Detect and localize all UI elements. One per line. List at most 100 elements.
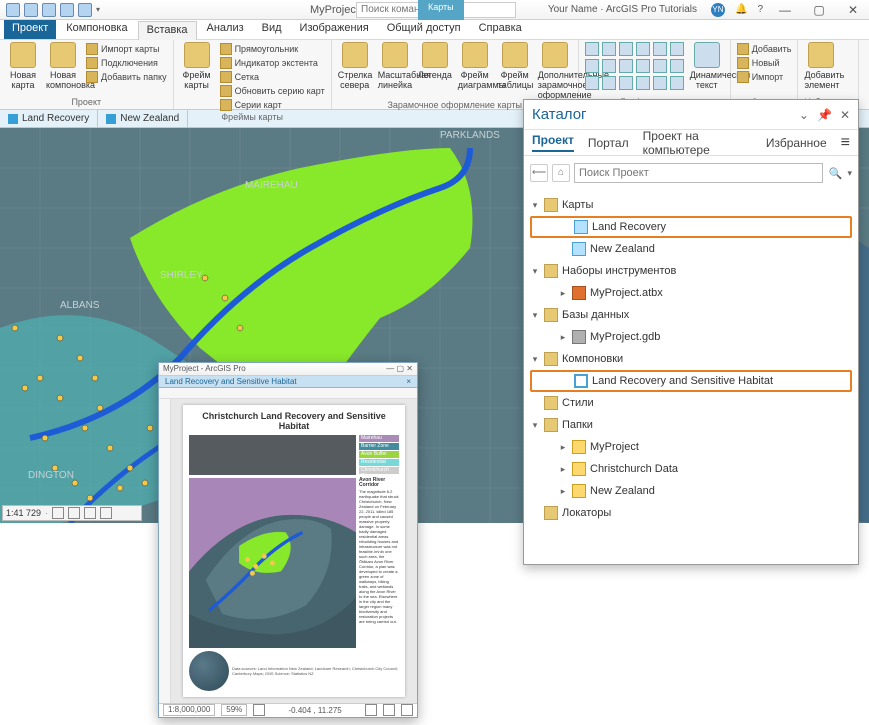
mini-document-tab[interactable]: Land Recovery and Sensitive Habitat × bbox=[159, 376, 417, 389]
notifications-icon[interactable]: 🔔 bbox=[735, 4, 747, 15]
mini-status-zoom[interactable]: 59% bbox=[221, 704, 247, 716]
catalog-home-button[interactable]: ⌂ bbox=[552, 164, 570, 182]
mini-page-area[interactable]: Christchurch Land Recovery and Sensitive… bbox=[171, 399, 417, 703]
ribbon-button[interactable]: Новая карта bbox=[6, 42, 40, 90]
menu-tab-вставка[interactable]: Вставка bbox=[138, 21, 197, 40]
qat-open-icon[interactable] bbox=[24, 3, 38, 17]
mini-minimize-button[interactable]: — bbox=[386, 364, 394, 373]
ribbon-small-button[interactable]: Прямоугольник bbox=[220, 42, 325, 56]
ribbon-button[interactable]: Стрелка севера bbox=[338, 42, 372, 90]
catalog-tab[interactable]: Избранное bbox=[766, 136, 827, 150]
catalog-tab[interactable]: Проект на компьютере bbox=[643, 129, 752, 157]
catalog-dropdown-icon[interactable]: ⌄ bbox=[799, 108, 809, 122]
nav-tool-icon[interactable] bbox=[52, 507, 64, 519]
menu-tab-справка[interactable]: Справка bbox=[471, 20, 530, 39]
ribbon-small-button[interactable]: Импорт bbox=[737, 70, 792, 84]
nav-tool-icon[interactable] bbox=[100, 507, 112, 519]
close-button[interactable]: ✕ bbox=[841, 3, 865, 17]
graphic-tool-icon[interactable] bbox=[602, 59, 616, 73]
nav-tool-icon[interactable] bbox=[68, 507, 80, 519]
maximize-button[interactable]: ▢ bbox=[807, 3, 831, 17]
graphic-tool-icon[interactable] bbox=[636, 76, 650, 90]
catalog-tab[interactable]: Проект bbox=[532, 133, 574, 152]
document-tab[interactable]: Land Recovery bbox=[0, 110, 98, 127]
catalog-back-button[interactable]: ⟵ bbox=[530, 164, 548, 182]
graphic-tool-icon[interactable] bbox=[670, 59, 684, 73]
ribbon-button[interactable]: Легенда bbox=[418, 42, 452, 80]
menu-tab-анализ[interactable]: Анализ bbox=[199, 20, 252, 39]
graphic-tool-icon[interactable] bbox=[636, 59, 650, 73]
graphic-tool-icon[interactable] bbox=[636, 42, 650, 56]
menu-tab-проект[interactable]: Проект bbox=[4, 20, 56, 39]
tree-node[interactable]: ▾Папки bbox=[530, 414, 852, 436]
graphic-tool-icon[interactable] bbox=[619, 59, 633, 73]
graphic-tool-icon[interactable] bbox=[670, 76, 684, 90]
qat-save-icon[interactable] bbox=[42, 3, 56, 17]
graphic-tool-icon[interactable] bbox=[653, 59, 667, 73]
ribbon-small-button[interactable]: Подключения bbox=[86, 56, 167, 70]
qat-dropdown-icon[interactable]: ▾ bbox=[96, 5, 100, 14]
tree-child-node[interactable]: Land Recovery and Sensitive Habitat bbox=[530, 370, 852, 392]
ribbon-small-button[interactable]: Серии карт bbox=[220, 98, 325, 112]
tree-node[interactable]: ▾Карты bbox=[530, 194, 852, 216]
dynamic-text-button[interactable]: Динамический текст bbox=[690, 42, 724, 90]
tree-child-node[interactable]: Land Recovery bbox=[530, 216, 852, 238]
search-icon[interactable]: 🔍 bbox=[827, 167, 843, 180]
graphic-tool-icon[interactable] bbox=[653, 76, 667, 90]
scale-bar[interactable]: 1:41 729 · bbox=[2, 505, 142, 521]
qat-undo-icon[interactable] bbox=[60, 3, 74, 17]
qat-redo-icon[interactable] bbox=[78, 3, 92, 17]
graphic-tool-icon[interactable] bbox=[619, 42, 633, 56]
tree-child-node[interactable]: ▸Christchurch Data bbox=[530, 458, 852, 480]
graphic-tool-icon[interactable] bbox=[602, 76, 616, 90]
graphic-tool-icon[interactable] bbox=[585, 76, 599, 90]
document-tab[interactable]: New Zealand bbox=[98, 110, 188, 127]
catalog-pin-icon[interactable]: 📌 bbox=[817, 108, 832, 122]
ribbon-small-button[interactable]: Импорт карты bbox=[86, 42, 167, 56]
tree-child-node[interactable]: ▸MyProject.atbx bbox=[530, 282, 852, 304]
catalog-tab[interactable]: Портал bbox=[588, 136, 629, 150]
ribbon-small-button[interactable]: Сетка bbox=[220, 70, 325, 84]
catalog-search-dropdown-icon[interactable]: ▾ bbox=[847, 168, 852, 179]
minimize-button[interactable]: — bbox=[773, 3, 797, 17]
mini-close-button[interactable]: ✕ bbox=[406, 364, 413, 373]
tree-child-node[interactable]: ▸MyProject.gdb bbox=[530, 326, 852, 348]
graphic-tool-icon[interactable] bbox=[653, 42, 667, 56]
menu-tab-компоновка[interactable]: Компоновка bbox=[58, 20, 135, 39]
tree-node[interactable]: Стили bbox=[530, 392, 852, 414]
menu-tab-общий доступ[interactable]: Общий доступ bbox=[379, 20, 469, 39]
mini-tab-close-icon[interactable]: × bbox=[406, 377, 411, 386]
graphic-tool-icon[interactable] bbox=[585, 59, 599, 73]
tree-node[interactable]: Локаторы bbox=[530, 502, 852, 524]
ribbon-small-button[interactable]: Обновить серию карт bbox=[220, 84, 325, 98]
tree-child-node[interactable]: New Zealand bbox=[530, 238, 852, 260]
menu-tab-изображения[interactable]: Изображения bbox=[292, 20, 377, 39]
menu-tab-вид[interactable]: Вид bbox=[254, 20, 290, 39]
graphic-tool-icon[interactable] bbox=[670, 42, 684, 56]
tree-node[interactable]: ▾Базы данных bbox=[530, 304, 852, 326]
nav-tool-icon[interactable] bbox=[84, 507, 96, 519]
ribbon-button[interactable]: Фрейм карты bbox=[180, 42, 214, 90]
tree-child-node[interactable]: ▸New Zealand bbox=[530, 480, 852, 502]
user-badge-icon[interactable]: YN bbox=[711, 3, 725, 17]
ribbon-button[interactable]: Фрейм диаграммы bbox=[458, 42, 492, 90]
tree-child-node[interactable]: ▸MyProject bbox=[530, 436, 852, 458]
tree-node[interactable]: ▾Компоновки bbox=[530, 348, 852, 370]
ribbon-small-button[interactable]: Добавить папку bbox=[86, 70, 167, 84]
ribbon-small-button[interactable]: Добавить bbox=[737, 42, 792, 56]
catalog-search-input[interactable] bbox=[574, 163, 823, 183]
ribbon-small-button[interactable]: Индикатор экстента bbox=[220, 56, 325, 70]
ribbon-small-button[interactable]: Новый bbox=[737, 56, 792, 70]
help-icon[interactable]: ? bbox=[757, 4, 763, 15]
graphic-tool-icon[interactable] bbox=[602, 42, 616, 56]
mini-maximize-button[interactable]: ▢ bbox=[397, 364, 405, 373]
graphic-tool-icon[interactable] bbox=[619, 76, 633, 90]
mini-grid-icon[interactable] bbox=[383, 704, 395, 716]
catalog-menu-icon[interactable]: ≡ bbox=[841, 134, 850, 152]
layout-preview-window[interactable]: MyProject - ArcGIS Pro — ▢ ✕ Land Recove… bbox=[158, 362, 418, 718]
graphic-tool-icon[interactable] bbox=[585, 42, 599, 56]
ribbon-button[interactable]: Добавить элемент bbox=[804, 42, 838, 90]
mini-refresh-icon[interactable] bbox=[401, 704, 413, 716]
ribbon-button[interactable]: Новая компоновка bbox=[46, 42, 80, 90]
ribbon-button[interactable]: Фрейм таблицы bbox=[498, 42, 532, 90]
